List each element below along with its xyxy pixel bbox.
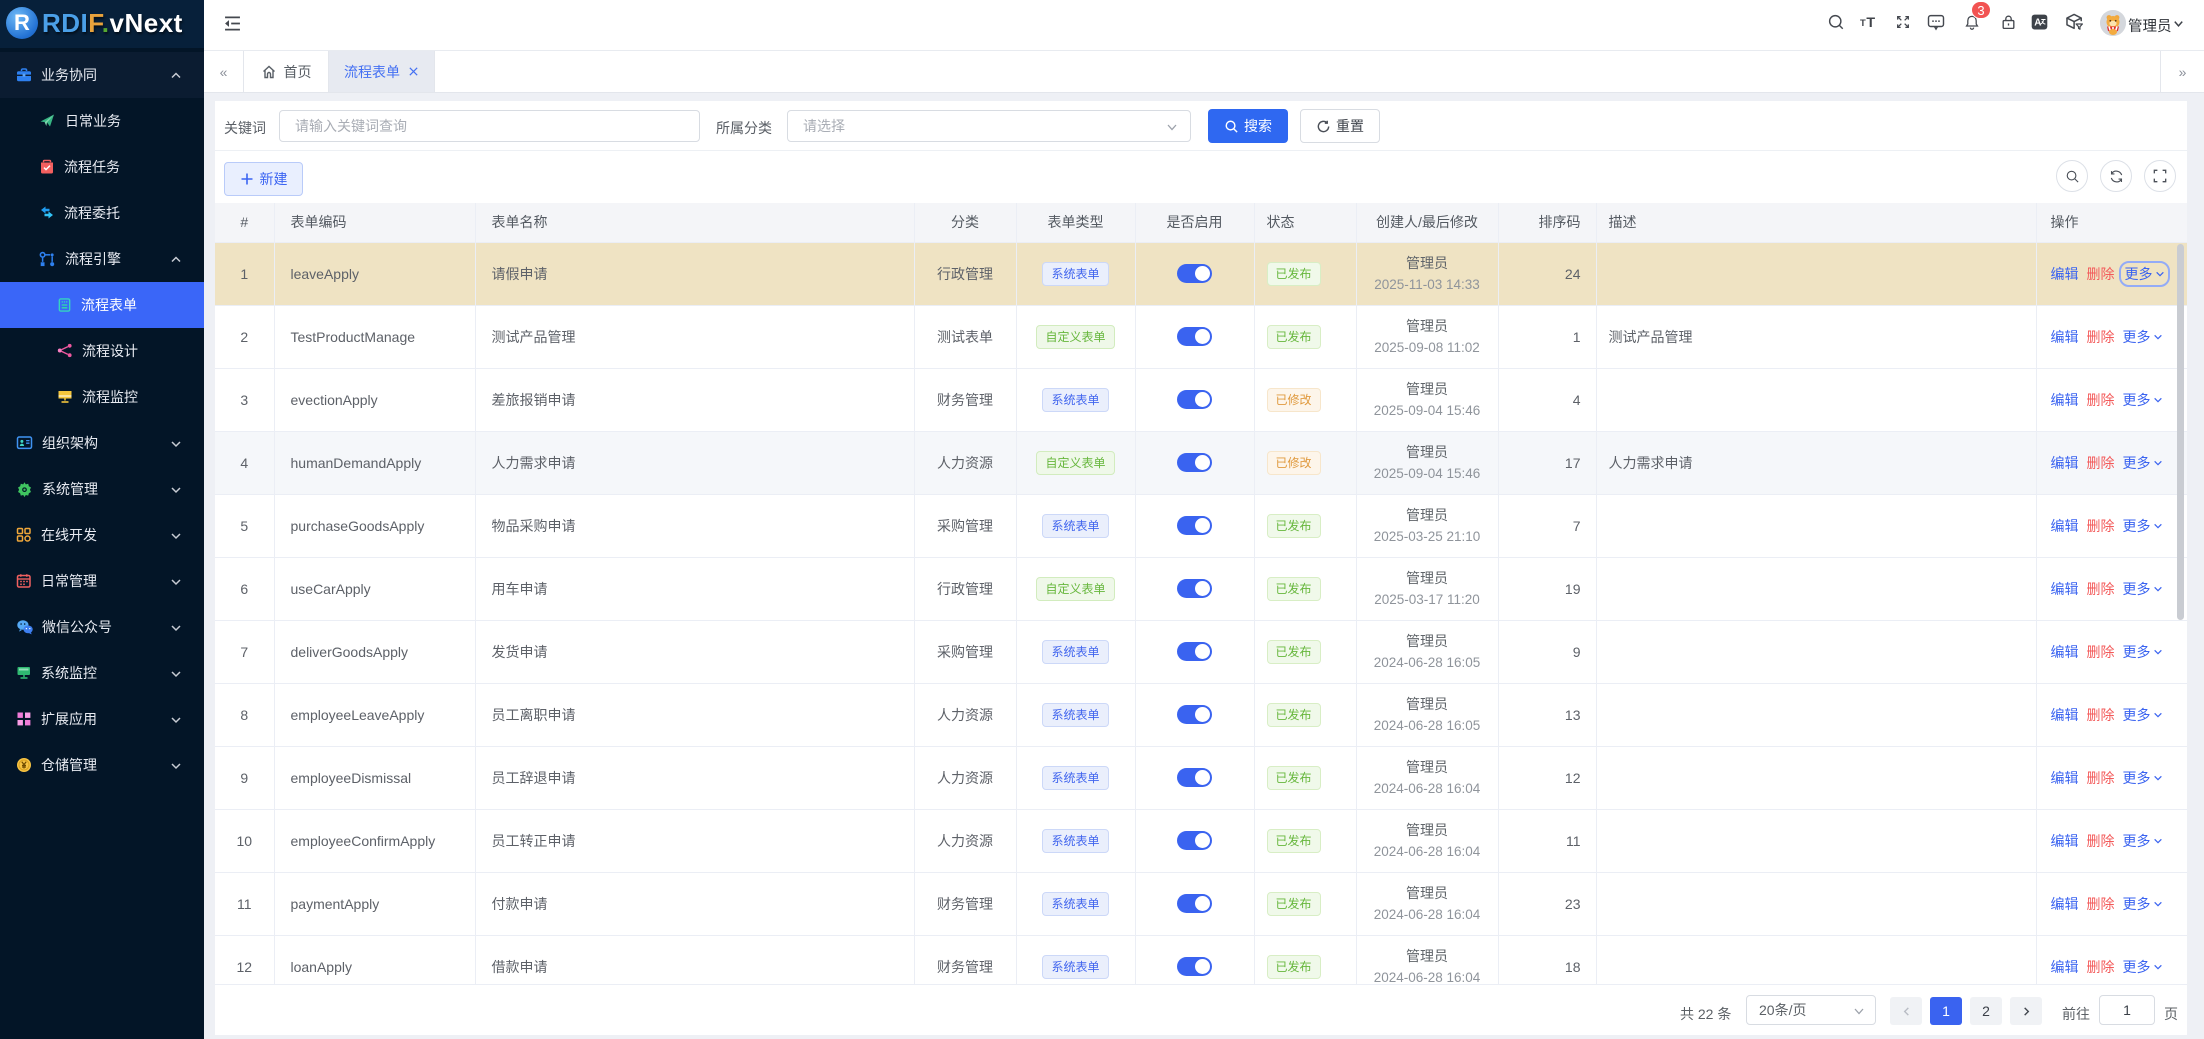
- svg-text:A: A: [2034, 18, 2041, 29]
- svg-text:T: T: [1860, 18, 1866, 28]
- svg-text:T: T: [1866, 15, 1875, 31]
